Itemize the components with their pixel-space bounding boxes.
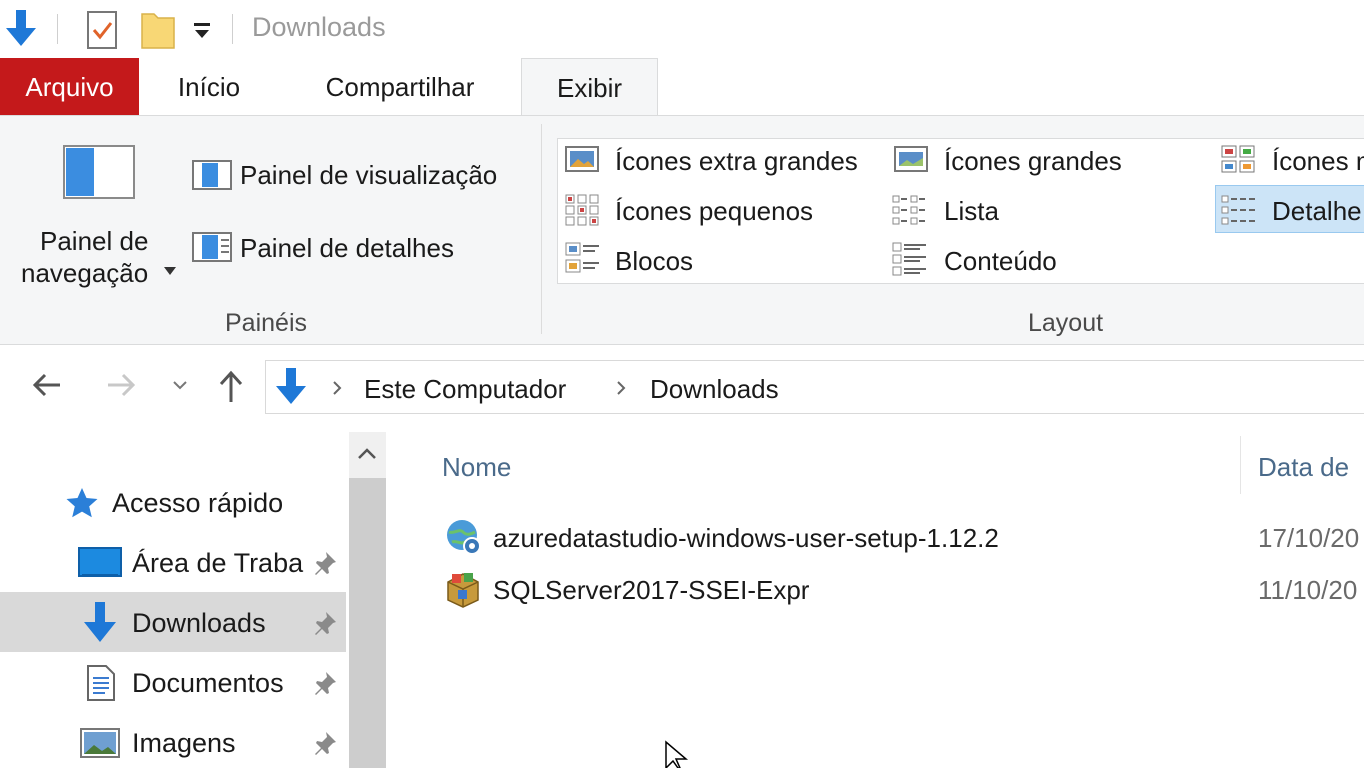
layout-item-content[interactable]: Conteúdo: [944, 246, 1057, 277]
column-header-nome[interactable]: Nome: [442, 452, 511, 483]
download-icon: [80, 600, 120, 644]
list-view-icon: [892, 194, 928, 226]
pin-icon[interactable]: [312, 730, 338, 756]
properties-icon[interactable]: [86, 10, 118, 50]
desktop-icon: [78, 546, 122, 580]
medium-icons-icon: [1221, 145, 1255, 173]
breadcrumb-chevron-icon[interactable]: [331, 380, 343, 396]
nav-item-area-de-trabalho[interactable]: Área de Traba: [132, 548, 303, 579]
group-label-layout: Layout: [1028, 309, 1104, 337]
navigation-pane-label-1[interactable]: Painel de: [40, 226, 148, 257]
content-view-icon: [892, 242, 928, 276]
layout-item-details[interactable]: Detalhe: [1272, 196, 1362, 227]
preview-pane-icon[interactable]: [192, 160, 232, 190]
nav-scrollbar-thumb[interactable]: [349, 478, 386, 768]
breadcrumb-item-downloads[interactable]: Downloads: [650, 374, 779, 405]
star-icon: [64, 486, 100, 520]
toolbar-separator: [57, 14, 58, 44]
pin-icon[interactable]: [312, 670, 338, 696]
group-separator: [541, 124, 542, 334]
scroll-up-arrow-icon[interactable]: [356, 446, 378, 462]
navigation-pane-icon[interactable]: [63, 145, 135, 199]
file-name[interactable]: SQLServer2017-SSEI-Expr: [493, 575, 809, 606]
file-date: 17/10/20: [1258, 523, 1360, 553]
breadcrumb-item-este-computador[interactable]: Este Computador: [364, 374, 566, 405]
pin-icon[interactable]: [312, 610, 338, 636]
group-label-paineis: Painéis: [225, 309, 307, 337]
customize-dropdown-icon[interactable]: [192, 20, 214, 42]
image-icon: [80, 728, 120, 758]
column-header-data[interactable]: Data de: [1258, 452, 1349, 483]
layout-item-list[interactable]: Lista: [944, 196, 999, 227]
mouse-cursor-icon: [664, 740, 694, 768]
window-title: Downloads: [252, 12, 386, 42]
back-button[interactable]: [30, 368, 64, 402]
tiles-icon: [565, 242, 601, 274]
nav-item-downloads[interactable]: Downloads: [132, 608, 266, 639]
extra-large-icons-icon: [565, 146, 599, 172]
layout-item-medium-icons[interactable]: Ícones m: [1272, 146, 1364, 177]
new-folder-icon[interactable]: [140, 10, 176, 50]
nav-item-documentos[interactable]: Documentos: [132, 668, 284, 699]
tab-arquivo[interactable]: Arquivo: [0, 58, 139, 115]
breadcrumb-chevron-icon[interactable]: [615, 380, 627, 396]
installer-globe-icon: [444, 518, 482, 556]
chevron-down-icon[interactable]: [163, 266, 177, 276]
document-icon: [86, 664, 116, 702]
nav-item-acesso-rapido[interactable]: Acesso rápido: [112, 488, 283, 519]
recent-locations-chevron-icon[interactable]: [172, 380, 188, 392]
title-bar: Downloads: [0, 0, 1364, 58]
details-view-icon: [1221, 194, 1257, 226]
layout-item-tiles[interactable]: Blocos: [615, 246, 693, 277]
tab-inicio[interactable]: Início: [139, 58, 279, 115]
layout-item-extra-large-icons[interactable]: Ícones extra grandes: [615, 146, 858, 177]
large-icons-icon: [894, 146, 928, 172]
details-pane-button[interactable]: Painel de detalhes: [240, 233, 454, 264]
up-button[interactable]: [214, 368, 248, 404]
installer-box-icon: [444, 570, 482, 608]
details-pane-icon[interactable]: [192, 232, 232, 262]
pin-icon[interactable]: [312, 550, 338, 576]
file-name[interactable]: azuredatastudio-windows-user-setup-1.12.…: [493, 523, 999, 554]
preview-pane-button[interactable]: Painel de visualização: [240, 160, 497, 191]
navigation-pane-label-2[interactable]: navegação: [21, 258, 148, 289]
column-divider[interactable]: [1240, 436, 1241, 494]
layout-item-small-icons[interactable]: Ícones pequenos: [615, 196, 813, 227]
toolbar-separator: [232, 14, 233, 44]
small-icons-icon: [565, 194, 599, 226]
layout-item-large-icons[interactable]: Ícones grandes: [944, 146, 1122, 177]
downloads-location-icon: [272, 366, 310, 406]
tab-compartilhar[interactable]: Compartilhar: [279, 58, 521, 115]
tab-exibir[interactable]: Exibir: [521, 58, 658, 116]
down-arrow-icon[interactable]: [2, 8, 40, 48]
forward-button[interactable]: [104, 368, 138, 402]
file-date: 11/10/20: [1258, 575, 1358, 605]
nav-item-imagens[interactable]: Imagens: [132, 728, 236, 759]
